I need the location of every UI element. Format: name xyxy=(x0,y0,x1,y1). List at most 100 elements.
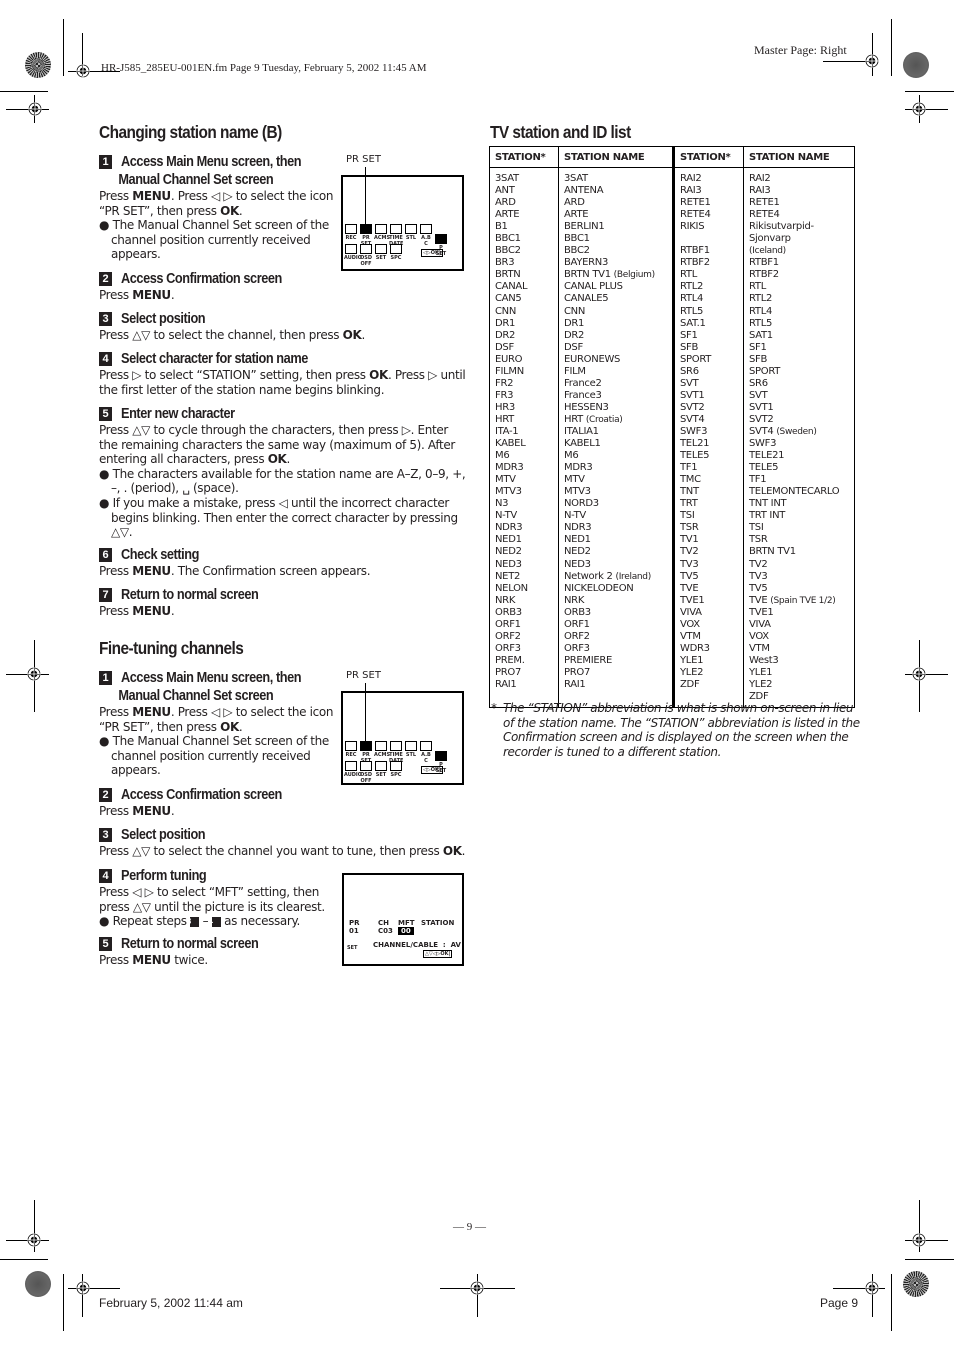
station-abbr-cell: NRK xyxy=(495,594,516,606)
icon-glyph xyxy=(435,234,447,244)
fine-step-2: 2 Access Confirmation screen Press MENU. xyxy=(99,786,304,819)
icon-glyph xyxy=(390,741,402,751)
fine-step-4: 4 Perform tuning Press ◁ ▷ to select “MFT… xyxy=(99,867,335,929)
icon-label: SPC xyxy=(390,772,402,778)
registration-mark-icon xyxy=(76,64,90,78)
station-name-column: RAI2 RAI3 RETE1 RETE4 Rikisutvarpid-Sjonvarp… xyxy=(744,168,855,708)
text: Press xyxy=(99,288,133,302)
station-name-cell: TELE5 xyxy=(749,462,779,474)
key-label: OK xyxy=(342,328,362,342)
text: The characters available for the station… xyxy=(111,466,466,496)
registration-mark-icon xyxy=(76,1281,90,1295)
icon-label: SET xyxy=(375,772,387,778)
station-name-cell: 3SAT xyxy=(564,173,588,184)
station-abbr-cell: RAI1 xyxy=(495,678,517,690)
step-number: 6 xyxy=(99,548,112,562)
station-name-cell: BAYERN3 xyxy=(564,257,609,269)
station-abbr-cell: N3 xyxy=(495,498,509,510)
step-title: Perform tuning xyxy=(121,868,207,884)
station-abbr-cell: SWF3 xyxy=(680,425,708,437)
text: . xyxy=(286,452,291,467)
step-bullet: ● The characters available for the stati… xyxy=(99,466,466,496)
color-target-icon xyxy=(903,1271,929,1297)
station-name-cell: SWF3 xyxy=(749,438,777,450)
icon-glyph xyxy=(345,761,357,771)
step-1: 1 Access Main Menu screen, then Manual Ch… xyxy=(99,153,339,262)
icon-glyph xyxy=(360,761,372,771)
step-6: 6 Check setting Press MENU. The Confirmat… xyxy=(99,546,467,579)
menu-icon-audio: AUDIO xyxy=(344,761,363,778)
fine-step-1: 1 Access Main Menu screen, then Manual Ch… xyxy=(99,669,339,778)
station-abbr-cell: DSF xyxy=(495,341,514,353)
step-title: Access Main Menu screen, then xyxy=(121,670,302,686)
icon-label: A.B C xyxy=(421,752,431,764)
station-name-cell: NDR3 xyxy=(564,522,592,534)
station-abbr-cell: ARTE xyxy=(495,209,520,221)
step-title: Return to normal screen xyxy=(121,587,259,603)
station-abbr-cell: NED2 xyxy=(495,546,522,558)
text: . xyxy=(361,328,365,342)
station-abbr-cell: SF1 xyxy=(680,329,698,341)
station-name-cell: SVT xyxy=(749,389,768,401)
icon-glyph xyxy=(360,224,372,234)
station-name-cell: SVT2 xyxy=(749,413,774,425)
step-text: Press MENU. xyxy=(99,288,304,303)
step-title: Enter new character xyxy=(121,406,235,422)
station-abbr-cell: RTL4 xyxy=(680,293,704,305)
station-abbr-cell: SR6 xyxy=(680,365,699,377)
station-abbr-cell: SAT.1 xyxy=(680,317,706,329)
station-name-column: 3SAT ANTENA ARD ARTE BERLIN1 BBC1 BBC2 BAYERN3 B… xyxy=(558,167,675,708)
station-name-cell: SVT4 (Sweden) xyxy=(749,425,817,437)
station-abbr-cell: PREM. xyxy=(495,654,525,666)
station-abbr-cell: MTV xyxy=(495,474,516,486)
station-abbr-cell: TNT xyxy=(680,486,699,498)
step-4: 4 Select character for station name Press… xyxy=(99,350,467,397)
step-number: 1 xyxy=(99,671,112,685)
station-name-cell: NED3 xyxy=(564,558,591,570)
icon-label: STL xyxy=(405,752,417,758)
icon-glyph xyxy=(360,741,372,751)
menu-nav-keys: ◁▷OK| xyxy=(421,766,443,774)
crop-line xyxy=(0,91,48,92)
station-name-cell: TSR xyxy=(749,534,768,546)
step-number: 5 xyxy=(99,937,112,951)
station-abbr-cell: HR3 xyxy=(495,401,515,413)
station-name-cell: MTV3 xyxy=(564,486,591,498)
step-bullet: ● The Manual Channel Set screen of the c… xyxy=(99,218,329,262)
registration-mark-icon xyxy=(27,1233,41,1247)
crop-line xyxy=(63,19,64,76)
text: The Manual Channel Set screen of the cha… xyxy=(111,218,329,262)
station-abbr-cell: TELE5 xyxy=(680,450,710,462)
key-label: MENU xyxy=(132,705,171,719)
station-name-cell: DR2 xyxy=(564,329,585,341)
footnote-marker: * xyxy=(491,701,497,715)
registration-mark-icon xyxy=(912,1233,926,1247)
key-label: MENU xyxy=(132,564,171,578)
station-name-cell: RETE1 xyxy=(749,197,780,209)
text: The Manual Channel Set screen of the cha… xyxy=(111,734,329,778)
crop-line xyxy=(891,1274,892,1331)
station-name-cell: KABEL1 xyxy=(564,438,601,450)
icon-label: SPC xyxy=(390,255,402,261)
step-text: Press MENU. Press ◁ ▷ to select the icon… xyxy=(99,705,339,734)
station-name-cell: VTM xyxy=(749,642,770,654)
station-name-cell: Rikisutvarpid-Sjonvarp (Iceland) xyxy=(749,221,814,257)
text: . xyxy=(170,288,175,302)
step-title-cont: Manual Channel Set screen xyxy=(118,172,274,188)
station-name-cell: TELE21 xyxy=(749,450,785,462)
station-name-cell: FILM xyxy=(564,365,586,377)
menu-icon-spc: SPC xyxy=(389,761,403,778)
station-name-cell: PRO7 xyxy=(564,666,591,678)
station-name-cell: RAI2 xyxy=(749,173,771,184)
station-name-cell: PREMIERE xyxy=(564,654,613,666)
menu-icon-audio: AUDIO xyxy=(344,244,362,261)
file-info: HR-J585_285EU-001EN.fm Page 9 Tuesday, F… xyxy=(101,62,427,74)
menu-icon-a-b-c: A.B C xyxy=(419,224,433,247)
footer-date: February 5, 2002 11:44 am xyxy=(99,1296,243,1310)
text: . xyxy=(238,719,243,734)
step-text: Press MENU. Press ◁ ▷ to select the icon… xyxy=(99,189,339,218)
crop-line xyxy=(905,1259,954,1260)
step-ref: 4 xyxy=(208,917,221,928)
step-text: Press MENU. The Confirmation screen appe… xyxy=(99,564,467,579)
icon-label: AUDIO xyxy=(344,772,363,778)
